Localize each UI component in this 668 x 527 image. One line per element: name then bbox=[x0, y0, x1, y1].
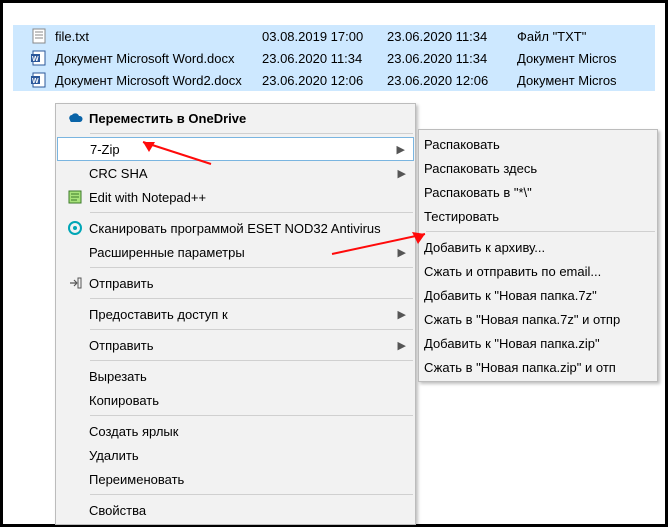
chevron-right-icon: ▶ bbox=[398, 246, 406, 259]
svg-text:W: W bbox=[32, 78, 39, 85]
menu-label: Сжать в "Новая папка.zip" и отп bbox=[424, 360, 648, 375]
separator bbox=[90, 298, 413, 299]
menu-eset[interactable]: Сканировать программой ESET NOD32 Antivi… bbox=[57, 216, 414, 240]
menu-label: Добавить к "Новая папка.zip" bbox=[424, 336, 648, 351]
menu-extractto[interactable]: Распаковать в "*\" bbox=[420, 180, 656, 204]
txt-icon bbox=[31, 28, 49, 44]
menu-label: Удалить bbox=[89, 448, 406, 463]
separator bbox=[90, 415, 413, 416]
menu-label: Вырезать bbox=[89, 369, 406, 384]
menu-label: 7-Zip bbox=[90, 142, 391, 157]
onedrive-icon bbox=[61, 112, 89, 124]
file-name: file.txt bbox=[55, 29, 262, 44]
file-row[interactable]: W Документ Microsoft Word2.docx 23.06.20… bbox=[13, 69, 655, 91]
menu-label: Сканировать программой ESET NOD32 Antivi… bbox=[89, 221, 406, 236]
separator bbox=[90, 360, 413, 361]
sevenzip-submenu: Распаковать Распаковать здесь Распаковат… bbox=[418, 129, 658, 382]
file-date2: 23.06.2020 11:34 bbox=[387, 29, 517, 44]
menu-addarchive[interactable]: Добавить к архиву... bbox=[420, 235, 656, 259]
chevron-right-icon: ▶ bbox=[398, 308, 406, 321]
menu-label: Добавить к "Новая папка.7z" bbox=[424, 288, 648, 303]
menu-label: Копировать bbox=[89, 393, 406, 408]
menu-label: Edit with Notepad++ bbox=[89, 190, 406, 205]
file-date2: 23.06.2020 12:06 bbox=[387, 73, 517, 88]
menu-delete[interactable]: Удалить bbox=[57, 443, 414, 467]
chevron-right-icon: ▶ bbox=[397, 143, 405, 156]
menu-label: Расширенные параметры bbox=[89, 245, 392, 260]
file-date1: 23.06.2020 12:06 bbox=[262, 73, 387, 88]
menu-rename[interactable]: Переименовать bbox=[57, 467, 414, 491]
menu-label: Свойства bbox=[89, 503, 406, 518]
menu-label: Распаковать в "*\" bbox=[424, 185, 648, 200]
menu-extracthere[interactable]: Распаковать здесь bbox=[420, 156, 656, 180]
menu-label: Переименовать bbox=[89, 472, 406, 487]
menu-label: Сжать и отправить по email... bbox=[424, 264, 648, 279]
menu-copy[interactable]: Копировать bbox=[57, 388, 414, 412]
menu-compresszipmail[interactable]: Сжать в "Новая папка.zip" и отп bbox=[420, 355, 656, 379]
menu-extract[interactable]: Распаковать bbox=[420, 132, 656, 156]
menu-label: Переместить в OneDrive bbox=[89, 111, 406, 126]
menu-onedrive[interactable]: Переместить в OneDrive bbox=[57, 106, 414, 130]
separator bbox=[90, 133, 413, 134]
separator bbox=[90, 267, 413, 268]
separator bbox=[90, 212, 413, 213]
menu-shareaccess[interactable]: Предоставить доступ к ▶ bbox=[57, 302, 414, 326]
chevron-right-icon: ▶ bbox=[398, 339, 406, 352]
file-name: Документ Microsoft Word.docx bbox=[55, 51, 262, 66]
menu-compressmail[interactable]: Сжать и отправить по email... bbox=[420, 259, 656, 283]
menu-properties[interactable]: Свойства bbox=[57, 498, 414, 522]
menu-label: Создать ярлык bbox=[89, 424, 406, 439]
menu-add7z[interactable]: Добавить к "Новая папка.7z" bbox=[420, 283, 656, 307]
menu-label: Сжать в "Новая папка.7z" и отпр bbox=[424, 312, 648, 327]
menu-editnpp[interactable]: Edit with Notepad++ bbox=[57, 185, 414, 209]
file-list: file.txt 03.08.2019 17:00 23.06.2020 11:… bbox=[13, 25, 655, 91]
menu-compress7zmail[interactable]: Сжать в "Новая папка.7z" и отпр bbox=[420, 307, 656, 331]
menu-label: Отправить bbox=[89, 338, 392, 353]
menu-label: Предоставить доступ к bbox=[89, 307, 392, 322]
menu-advparams[interactable]: Расширенные параметры ▶ bbox=[57, 240, 414, 264]
menu-label: Добавить к архиву... bbox=[424, 240, 648, 255]
file-row[interactable]: file.txt 03.08.2019 17:00 23.06.2020 11:… bbox=[13, 25, 655, 47]
menu-addzip[interactable]: Добавить к "Новая папка.zip" bbox=[420, 331, 656, 355]
file-date2: 23.06.2020 11:34 bbox=[387, 51, 517, 66]
menu-sendto[interactable]: Отправить bbox=[57, 271, 414, 295]
menu-test[interactable]: Тестировать bbox=[420, 204, 656, 228]
docx-icon: W bbox=[31, 72, 49, 88]
menu-label: Тестировать bbox=[424, 209, 648, 224]
notepadpp-icon bbox=[61, 189, 89, 205]
file-type: Документ Micros bbox=[517, 73, 637, 88]
menu-cut[interactable]: Вырезать bbox=[57, 364, 414, 388]
menu-crcsha[interactable]: CRC SHA ▶ bbox=[57, 161, 414, 185]
menu-label: Распаковать здесь bbox=[424, 161, 648, 176]
menu-label: Отправить bbox=[89, 276, 406, 291]
menu-shortcut[interactable]: Создать ярлык bbox=[57, 419, 414, 443]
separator bbox=[90, 494, 413, 495]
separator bbox=[426, 231, 655, 232]
menu-label: Распаковать bbox=[424, 137, 648, 152]
eset-icon bbox=[61, 220, 89, 236]
svg-text:W: W bbox=[32, 56, 39, 63]
share-icon bbox=[61, 275, 89, 291]
menu-7zip[interactable]: 7-Zip ▶ bbox=[57, 137, 414, 161]
chevron-right-icon: ▶ bbox=[398, 167, 406, 180]
file-date1: 23.06.2020 11:34 bbox=[262, 51, 387, 66]
file-name: Документ Microsoft Word2.docx bbox=[55, 73, 262, 88]
docx-icon: W bbox=[31, 50, 49, 66]
file-type: Файл "TXT" bbox=[517, 29, 637, 44]
menu-label: CRC SHA bbox=[89, 166, 392, 181]
file-date1: 03.08.2019 17:00 bbox=[262, 29, 387, 44]
file-row[interactable]: W Документ Microsoft Word.docx 23.06.202… bbox=[13, 47, 655, 69]
context-menu: Переместить в OneDrive 7-Zip ▶ CRC SHA ▶… bbox=[55, 103, 416, 525]
separator bbox=[90, 329, 413, 330]
file-type: Документ Micros bbox=[517, 51, 637, 66]
menu-sendto2[interactable]: Отправить ▶ bbox=[57, 333, 414, 357]
